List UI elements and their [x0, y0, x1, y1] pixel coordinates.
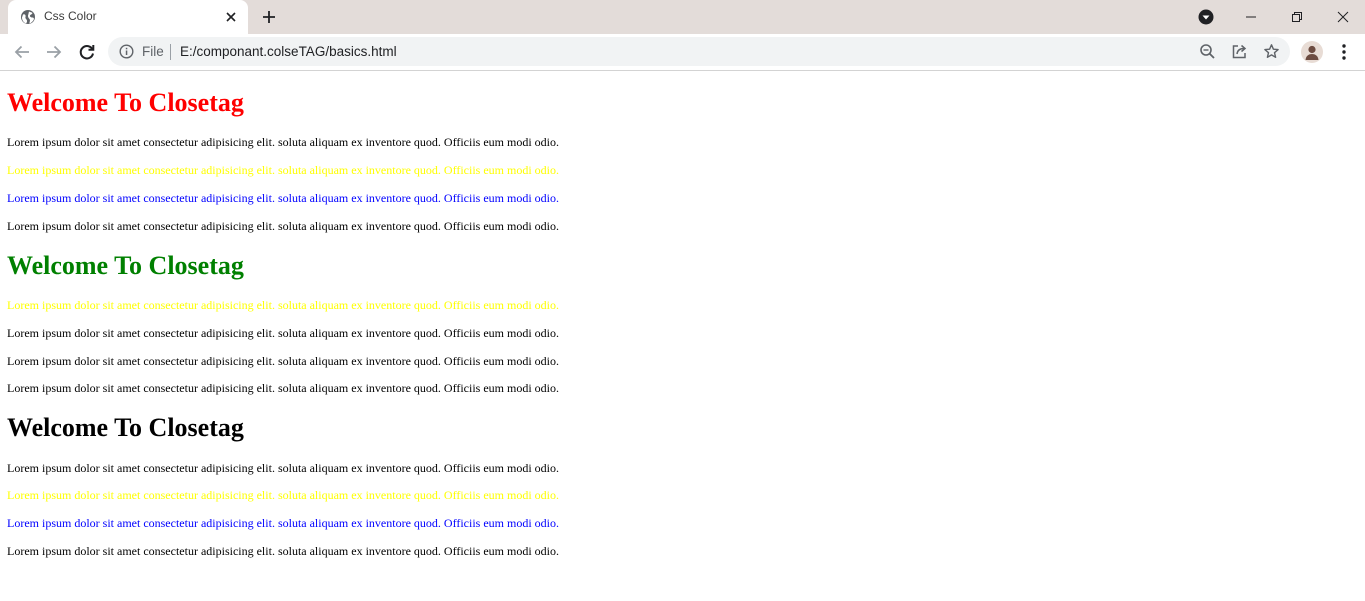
- kebab-menu-icon[interactable]: [1336, 43, 1352, 61]
- close-window-button[interactable]: [1320, 0, 1365, 34]
- paragraph: Lorem ipsum dolor sit amet consectetur a…: [7, 381, 559, 395]
- paragraph: Lorem ipsum dolor sit amet consectetur a…: [7, 135, 559, 149]
- paragraph: Lorem ipsum dolor sit amet consectetur a…: [7, 298, 559, 312]
- paragraph: Lorem ipsum dolor sit amet consectetur a…: [7, 488, 559, 502]
- close-icon[interactable]: [224, 10, 238, 24]
- globe-icon: [20, 9, 36, 25]
- avatar-icon[interactable]: [1301, 41, 1323, 63]
- minimize-icon: [1246, 16, 1256, 18]
- page-content: Welcome To Closetag Lorem ipsum dolor si…: [0, 71, 1365, 601]
- zoom-icon[interactable]: [1199, 43, 1216, 60]
- share-icon[interactable]: [1231, 43, 1248, 60]
- restore-icon: [1292, 12, 1302, 22]
- paragraph: Lorem ipsum dolor sit amet consectetur a…: [7, 544, 559, 558]
- address-bar[interactable]: File E:/componant.colseTAG/basics.html: [108, 37, 1290, 66]
- restore-button[interactable]: [1274, 0, 1320, 34]
- paragraph: Lorem ipsum dolor sit amet consectetur a…: [7, 354, 559, 368]
- omnibox-separator: [170, 44, 171, 60]
- minimize-button[interactable]: [1228, 0, 1274, 34]
- plus-icon[interactable]: [261, 9, 277, 25]
- arrow-right-icon[interactable]: [44, 42, 64, 62]
- paragraph: Lorem ipsum dolor sit amet consectetur a…: [7, 461, 559, 475]
- tab-title: Css Color: [44, 9, 97, 23]
- browser-tab[interactable]: Css Color: [8, 0, 248, 34]
- scheme-label: File: [142, 44, 164, 59]
- star-icon[interactable]: [1263, 43, 1280, 60]
- reload-icon[interactable]: [77, 42, 97, 62]
- paragraph: Lorem ipsum dolor sit amet consectetur a…: [7, 163, 559, 177]
- paragraph: Lorem ipsum dolor sit amet consectetur a…: [7, 516, 559, 530]
- close-icon: [1337, 11, 1349, 23]
- browser-title-bar: Css Color: [0, 0, 1365, 34]
- arrow-left-icon[interactable]: [12, 42, 32, 62]
- section-heading: Welcome To Closetag: [7, 413, 244, 442]
- browser-toolbar: File E:/componant.colseTAG/basics.html: [0, 34, 1365, 71]
- paragraph: Lorem ipsum dolor sit amet consectetur a…: [7, 326, 559, 340]
- paragraph: Lorem ipsum dolor sit amet consectetur a…: [7, 191, 559, 205]
- section-heading: Welcome To Closetag: [7, 251, 244, 280]
- tab-search-icon[interactable]: [1198, 9, 1214, 25]
- paragraph: Lorem ipsum dolor sit amet consectetur a…: [7, 219, 559, 233]
- url-text[interactable]: E:/componant.colseTAG/basics.html: [180, 44, 397, 59]
- info-icon[interactable]: [119, 44, 134, 59]
- section-heading: Welcome To Closetag: [7, 88, 244, 117]
